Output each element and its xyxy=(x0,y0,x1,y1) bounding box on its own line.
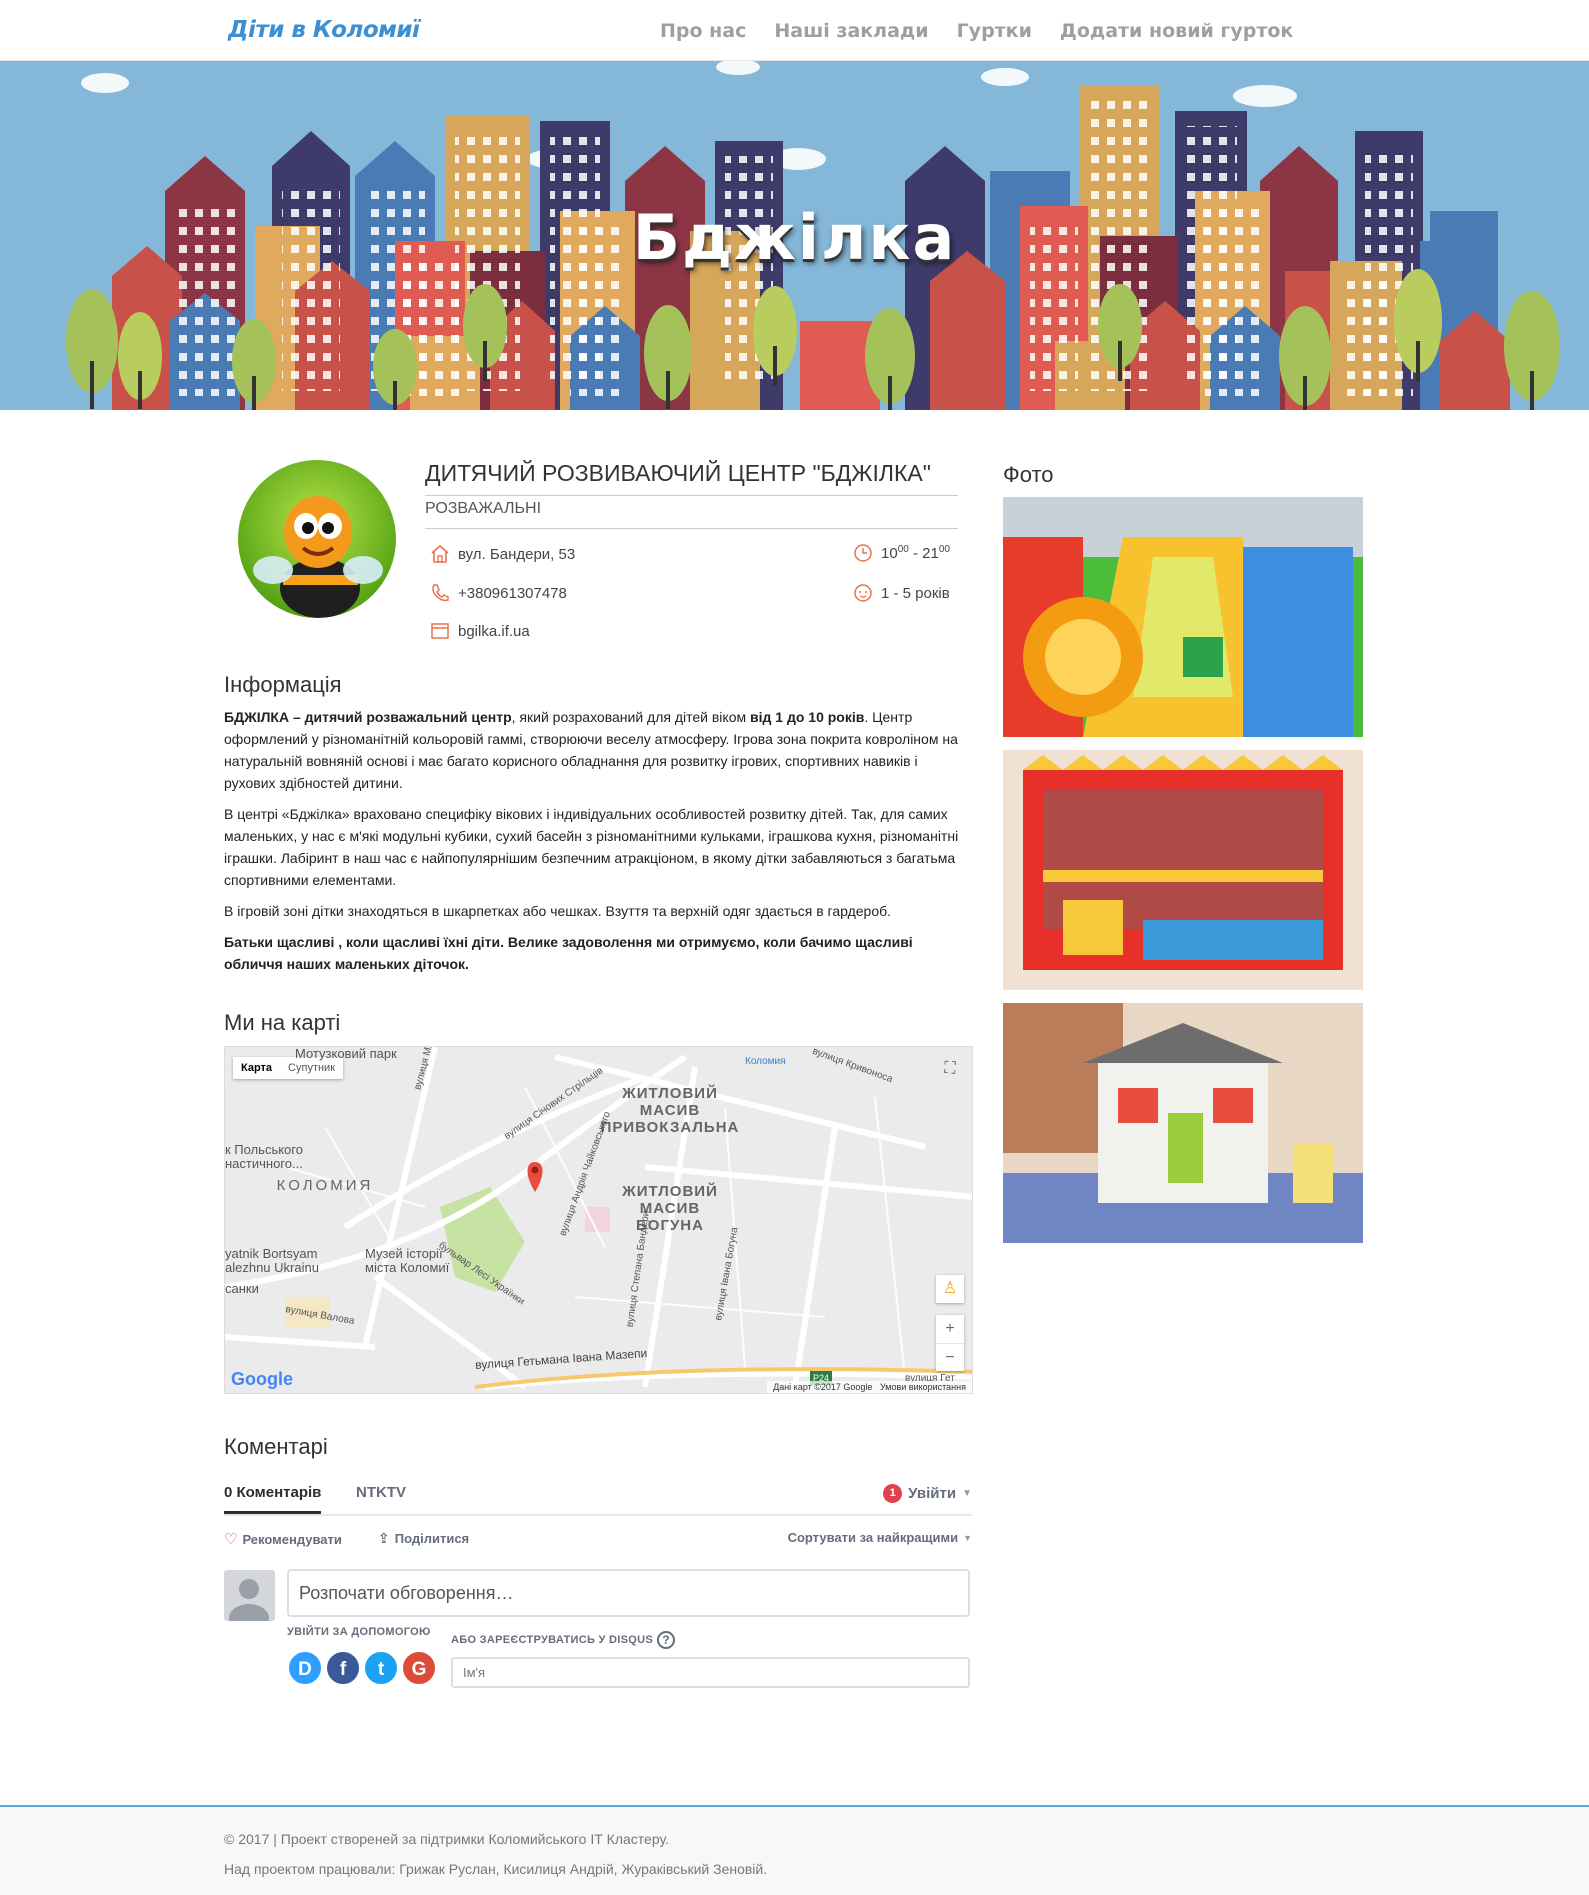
photos-heading: Фото xyxy=(1003,462,1054,487)
center-category: РОЗВАЖАЛЬНІ xyxy=(425,500,958,529)
navbar: Діти в Коломиї Про нас Наші заклади Гурт… xyxy=(0,0,1589,61)
recommend-button[interactable]: ♡ Рекомендувати xyxy=(224,1530,342,1548)
center-title: ДИТЯЧИЙ РОЗВИВАЮЧИЙ ЦЕНТР "БДЖІЛКА" xyxy=(425,460,958,496)
website-link[interactable]: bgilka.if.ua xyxy=(458,623,530,640)
map-label-bohuna: ЖИТЛОВИЙ МАСИВ БОГУНА xyxy=(622,1183,718,1234)
photo-1[interactable] xyxy=(1003,497,1363,737)
info-paragraph: Батьки щасливі , коли щасливі їхні діти.… xyxy=(224,934,913,972)
login-dropdown[interactable]: 1 Увійти ▼ xyxy=(883,1484,972,1503)
google-logo[interactable]: Google xyxy=(231,1369,293,1390)
zoom-in-button[interactable]: + xyxy=(936,1315,964,1343)
info-text: БДЖІЛКА – дитячий розважальний центр, як… xyxy=(224,706,960,984)
map-heading: Ми на карті xyxy=(224,1010,341,1035)
hours-row: 1000 - 2100 xyxy=(853,543,950,563)
clock-icon xyxy=(854,544,872,562)
chevron-down-icon: ▼ xyxy=(962,1488,972,1499)
hours-text: 1000 - 2100 xyxy=(881,544,950,562)
nav-places[interactable]: Наші заклади xyxy=(774,20,928,42)
map-footer: Дані карт ©2017 Google Умови використанн… xyxy=(767,1381,972,1393)
zoom-out-button[interactable]: − xyxy=(936,1343,964,1371)
address-row: вул. Бандери, 53 xyxy=(430,544,575,564)
chevron-down-icon: ▼ xyxy=(963,1532,972,1543)
pegman-icon[interactable]: ♙ xyxy=(936,1275,964,1303)
name-input[interactable]: Ім'я xyxy=(451,1657,970,1688)
photo-3[interactable] xyxy=(1003,1003,1363,1243)
comments-tabs: 0 Коментарів NTKTV 1 Увійти ▼ xyxy=(224,1484,972,1516)
nav-links: Про нас Наші заклади Гуртки Додати новий… xyxy=(660,20,1293,42)
info-paragraph: БДЖІЛКА – дитячий розважальний центр, як… xyxy=(224,709,958,791)
photo-playhouse xyxy=(1003,1003,1363,1243)
map-label-park: Мотузковий парк xyxy=(295,1046,397,1061)
user-avatar xyxy=(224,1570,275,1621)
login-label: Увійти xyxy=(908,1485,957,1502)
address-text: вул. Бандери, 53 xyxy=(458,545,576,563)
footer-copyright: © 2017 | Проект створеней за підтримки К… xyxy=(224,1831,669,1847)
map-label-city: Коломия xyxy=(745,1056,786,1067)
footer: © 2017 | Проект створеней за підтримки К… xyxy=(0,1805,1589,1895)
map-label-polish: к Польського настичного... xyxy=(225,1142,303,1171)
info-heading: Інформація xyxy=(224,672,342,697)
help-icon[interactable]: ? xyxy=(657,1631,676,1649)
heart-icon: ♡ xyxy=(224,1531,238,1548)
site-tab[interactable]: NTKTV xyxy=(356,1484,406,1501)
map-data-credit: Дані карт ©2017 Google xyxy=(773,1382,873,1392)
comments-heading: Коментарі xyxy=(224,1434,328,1459)
map-label-monument: yatnik Bortsyam alezhnu Ukrainu xyxy=(225,1246,319,1275)
recommend-label: Рекомендувати xyxy=(242,1531,342,1547)
share-icon: ⇪ xyxy=(378,1530,390,1546)
sort-label: Сортувати за найкращими xyxy=(787,1530,959,1545)
disqus-login-icon[interactable]: D xyxy=(287,1650,323,1686)
phone-row: +380961307478 xyxy=(430,583,567,603)
photo-inflatable-slide xyxy=(1003,497,1363,737)
zoom-control: + − xyxy=(936,1315,964,1371)
info-paragraph: В центрі «Бджілка» враховано специфіку в… xyxy=(224,806,959,888)
facebook-login-icon[interactable]: f xyxy=(325,1650,361,1686)
nav-clubs[interactable]: Гуртки xyxy=(957,20,1032,42)
nav-about[interactable]: Про нас xyxy=(660,20,746,42)
comments-count-tab[interactable]: 0 Коментарів xyxy=(224,1484,322,1514)
map-label-kolomyia: Коломия xyxy=(276,1177,374,1194)
phone-text[interactable]: +380961307478 xyxy=(458,585,567,602)
sort-dropdown[interactable]: Сортувати за найкращими ▼ xyxy=(788,1530,972,1545)
hero-banner: Бджілка xyxy=(0,61,1589,410)
comment-input[interactable]: Розпочати обговорення… xyxy=(287,1569,970,1617)
google-login-icon[interactable]: G xyxy=(401,1650,437,1686)
photo-play-maze xyxy=(1003,750,1363,990)
notification-badge: 1 xyxy=(883,1484,903,1503)
login-with-label: УВІЙТИ ЗА ДОПОМОГОЮ xyxy=(287,1626,431,1638)
register-label: АБО ЗАРЕЄСТРУВАТИСЬ У DISQUS? xyxy=(451,1631,676,1649)
map-tab[interactable]: Карта xyxy=(233,1057,280,1079)
ages-row: 1 - 5 років xyxy=(853,583,950,603)
ages-text: 1 - 5 років xyxy=(881,584,950,602)
share-label: Поділитися xyxy=(394,1531,470,1546)
house-icon xyxy=(431,544,449,563)
nav-add-club[interactable]: Додати новий гурток xyxy=(1060,20,1293,42)
map-label-sanky: санки xyxy=(225,1281,259,1296)
photo-2[interactable] xyxy=(1003,750,1363,990)
info-paragraph: В ігровій зоні дітки знаходяться в шкарп… xyxy=(224,903,892,919)
google-map[interactable]: Карта Супутник Мотузковий парк ЖИТЛОВИЙ … xyxy=(224,1046,973,1394)
browser-icon xyxy=(431,623,449,639)
footer-credits: Над проектом працювали: Грижак Руслан, К… xyxy=(224,1861,768,1877)
map-label-pryvokzalna: ЖИТЛОВИЙ МАСИВ ПРИВОКЗАЛЬНА xyxy=(600,1085,740,1136)
hero-title: Бджілка xyxy=(632,201,957,274)
phone-icon xyxy=(432,584,449,602)
twitter-login-icon[interactable]: t xyxy=(363,1650,399,1686)
map-terms-link[interactable]: Умови використання xyxy=(880,1382,966,1392)
center-logo xyxy=(238,460,396,618)
website-row: bgilka.if.ua xyxy=(430,621,530,641)
social-login-buttons: D f t G xyxy=(287,1650,437,1686)
fullscreen-icon[interactable]: ⛶ xyxy=(936,1055,964,1083)
share-button[interactable]: ⇪ Поділитися xyxy=(378,1530,469,1547)
child-face-icon xyxy=(854,584,872,602)
brand-logo[interactable]: Діти в Коломиї xyxy=(228,17,420,43)
